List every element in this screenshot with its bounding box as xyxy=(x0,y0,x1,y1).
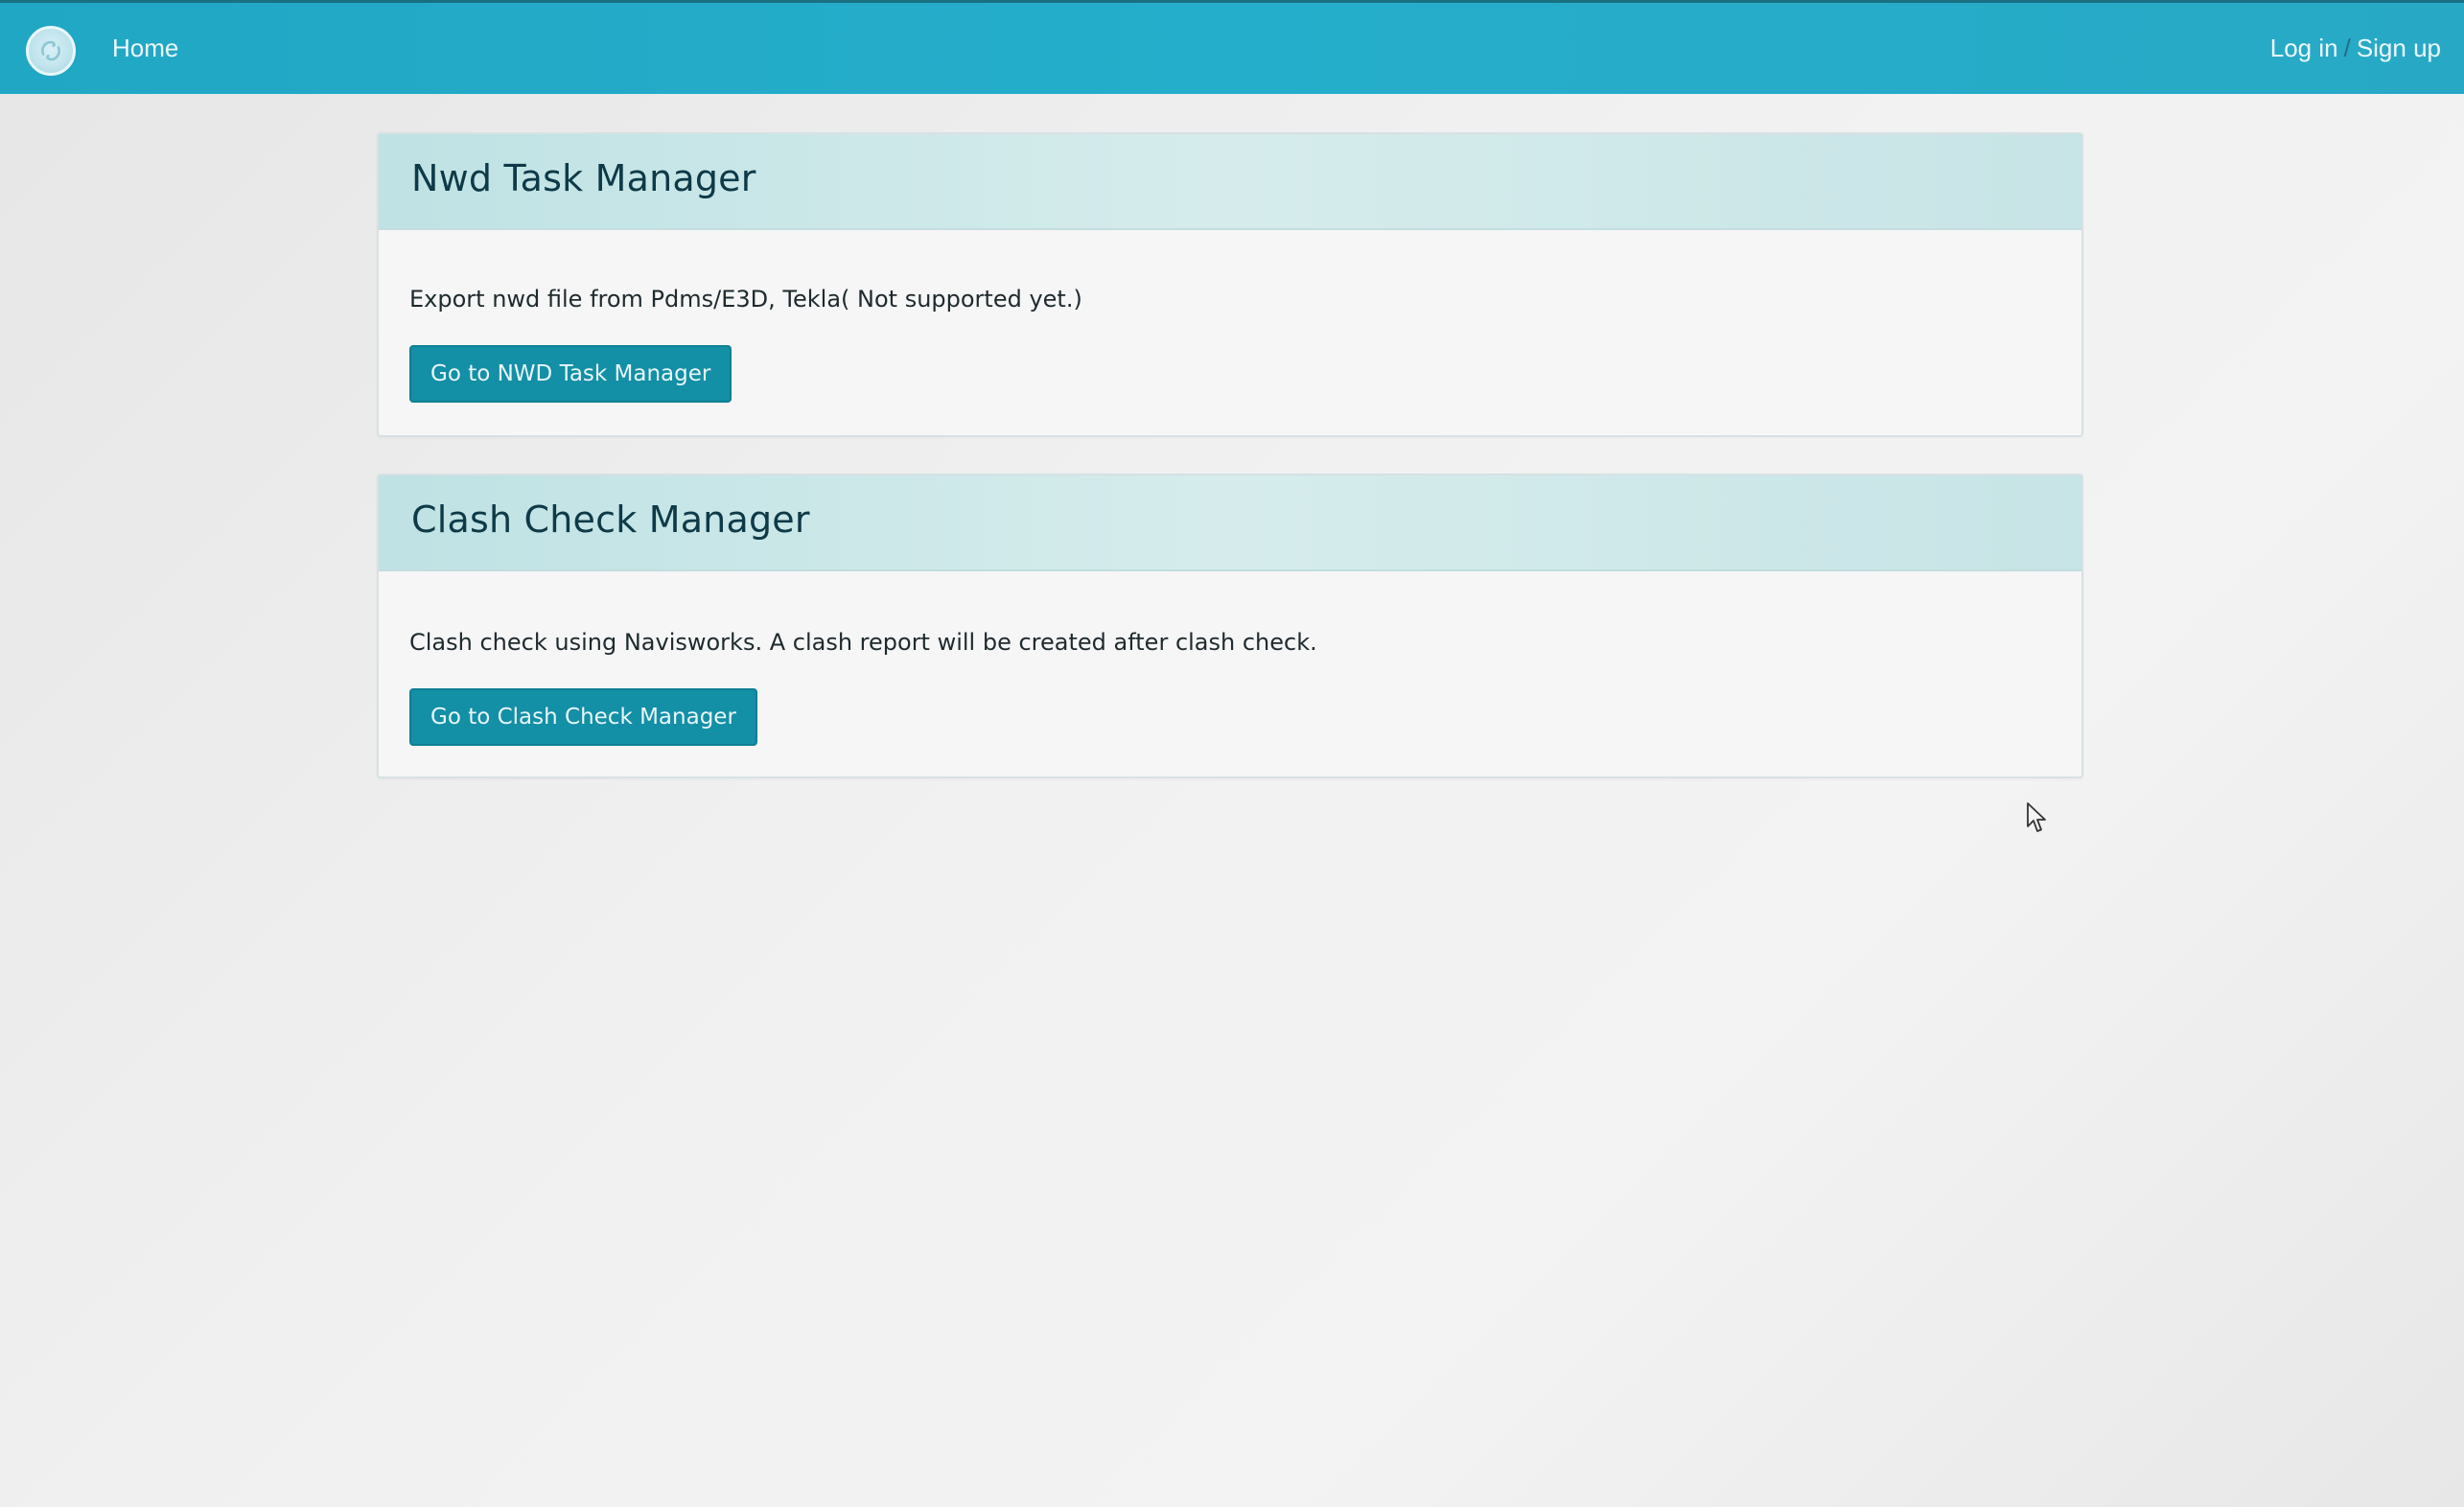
login-link[interactable]: Log in xyxy=(2270,34,2338,62)
ge-logo-mark xyxy=(41,40,60,61)
panel-title: Nwd Task Manager xyxy=(411,157,756,199)
panel-heading: Clash Check Manager xyxy=(379,475,2081,571)
ge-logo-icon[interactable] xyxy=(26,26,76,76)
panel-title: Clash Check Manager xyxy=(411,498,810,541)
auth-links: Log in / Sign up xyxy=(2270,34,2441,63)
signup-link[interactable]: Sign up xyxy=(2357,34,2441,62)
panel-description: Export nwd file from Pdms/E3D, Tekla( No… xyxy=(409,286,1082,313)
go-to-clash-check-manager-button[interactable]: Go to Clash Check Manager xyxy=(409,688,757,746)
auth-separator: / xyxy=(2343,34,2351,62)
nwd-task-manager-panel: Nwd Task Manager Export nwd file from Pd… xyxy=(377,132,2083,437)
nav-home-link[interactable]: Home xyxy=(112,34,178,63)
go-to-nwd-task-manager-button[interactable]: Go to NWD Task Manager xyxy=(409,345,732,403)
top-navbar: Home Log in / Sign up xyxy=(0,0,2464,94)
panel-heading: Nwd Task Manager xyxy=(379,134,2081,230)
clash-check-manager-panel: Clash Check Manager Clash check using Na… xyxy=(377,474,2083,778)
mouse-pointer-icon xyxy=(2027,802,2046,832)
panel-description: Clash check using Navisworks. A clash re… xyxy=(409,629,1317,656)
